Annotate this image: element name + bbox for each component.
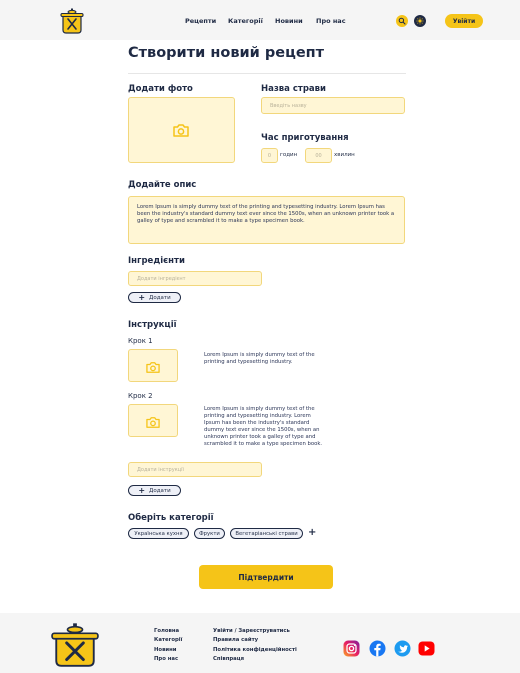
cooking-time-label: Час приготування	[261, 133, 349, 143]
search-icon[interactable]	[396, 15, 408, 27]
footer-link-privacy[interactable]: Політика конфіденційності	[213, 647, 297, 653]
footer-link-categories[interactable]: Категорії	[154, 637, 182, 643]
instagram-icon[interactable]	[343, 640, 360, 657]
ingredient-input[interactable]: Додати інгредієнт	[128, 271, 262, 286]
twitter-icon[interactable]	[394, 640, 411, 657]
footer-link-cooperation[interactable]: Співпраця	[213, 656, 244, 662]
description-label: Додайте опис	[128, 180, 197, 190]
plus-icon: +	[138, 292, 146, 302]
camera-icon	[172, 123, 190, 142]
plus-icon: +	[138, 485, 146, 495]
instruction-input[interactable]: Додати інструкції	[128, 462, 262, 477]
nav-about[interactable]: Про нас	[316, 17, 346, 25]
add-category-plus-icon[interactable]: +	[308, 527, 316, 538]
footer-link-home[interactable]: Головна	[154, 628, 179, 634]
category-chip[interactable]: Вегетаріанські страви	[230, 528, 303, 539]
camera-icon	[145, 359, 161, 378]
category-chip[interactable]: Українська кухня	[128, 528, 189, 539]
footer-logo-pot-icon[interactable]	[50, 622, 100, 668]
ingredients-label: Інгредієнти	[128, 256, 185, 266]
minutes-label: хвилин	[334, 152, 355, 158]
footer-link-login[interactable]: Увійти / Зареєструватись	[213, 628, 290, 634]
nav-news[interactable]: Новини	[275, 17, 303, 25]
confirm-button[interactable]: Підтвердити	[199, 565, 333, 589]
youtube-icon[interactable]	[418, 640, 435, 657]
page-title: Створити новий рецепт	[128, 45, 325, 61]
facebook-icon[interactable]	[369, 640, 386, 657]
step-2-text: Lorem Ipsum is simply dummy text of the …	[204, 406, 323, 447]
description-text: Lorem Ipsum is simply dummy text of the …	[137, 204, 395, 224]
nav-categories[interactable]: Категорії	[228, 17, 263, 25]
logo-pot-icon[interactable]	[60, 6, 84, 34]
dish-name-input[interactable]: Введіть назву	[261, 97, 405, 114]
login-button[interactable]: Увійти	[445, 14, 483, 28]
footer-link-about[interactable]: Про нас	[154, 656, 178, 662]
dish-name-label: Назва страви	[261, 84, 326, 94]
hours-label: годин	[280, 152, 298, 158]
minutes-input[interactable]: 00	[305, 148, 332, 163]
step-1-text: Lorem Ipsum is simply dummy text of the …	[204, 352, 315, 365]
title-divider	[128, 73, 406, 74]
camera-icon	[145, 414, 161, 433]
add-photo-label: Додати фото	[128, 84, 193, 94]
step-1-title: Крок 1	[128, 337, 153, 345]
nav-recipes[interactable]: Рецепти	[185, 17, 216, 25]
step-2-title: Крок 2	[128, 392, 153, 400]
hours-input[interactable]: 0	[261, 148, 278, 163]
footer-link-news[interactable]: Новини	[154, 647, 177, 653]
add-ingredient-label: Додати	[149, 294, 171, 301]
category-chip[interactable]: Фрукти	[194, 528, 225, 539]
sun-icon[interactable]	[414, 15, 426, 27]
add-instruction-button[interactable]: + Додати	[128, 485, 181, 496]
add-ingredient-button[interactable]: + Додати	[128, 292, 181, 303]
categories-label: Оберіть категорії	[128, 513, 214, 523]
footer-link-rules[interactable]: Правила сайту	[213, 637, 258, 643]
add-instruction-label: Додати	[149, 487, 171, 494]
instructions-label: Інструкції	[128, 320, 177, 330]
